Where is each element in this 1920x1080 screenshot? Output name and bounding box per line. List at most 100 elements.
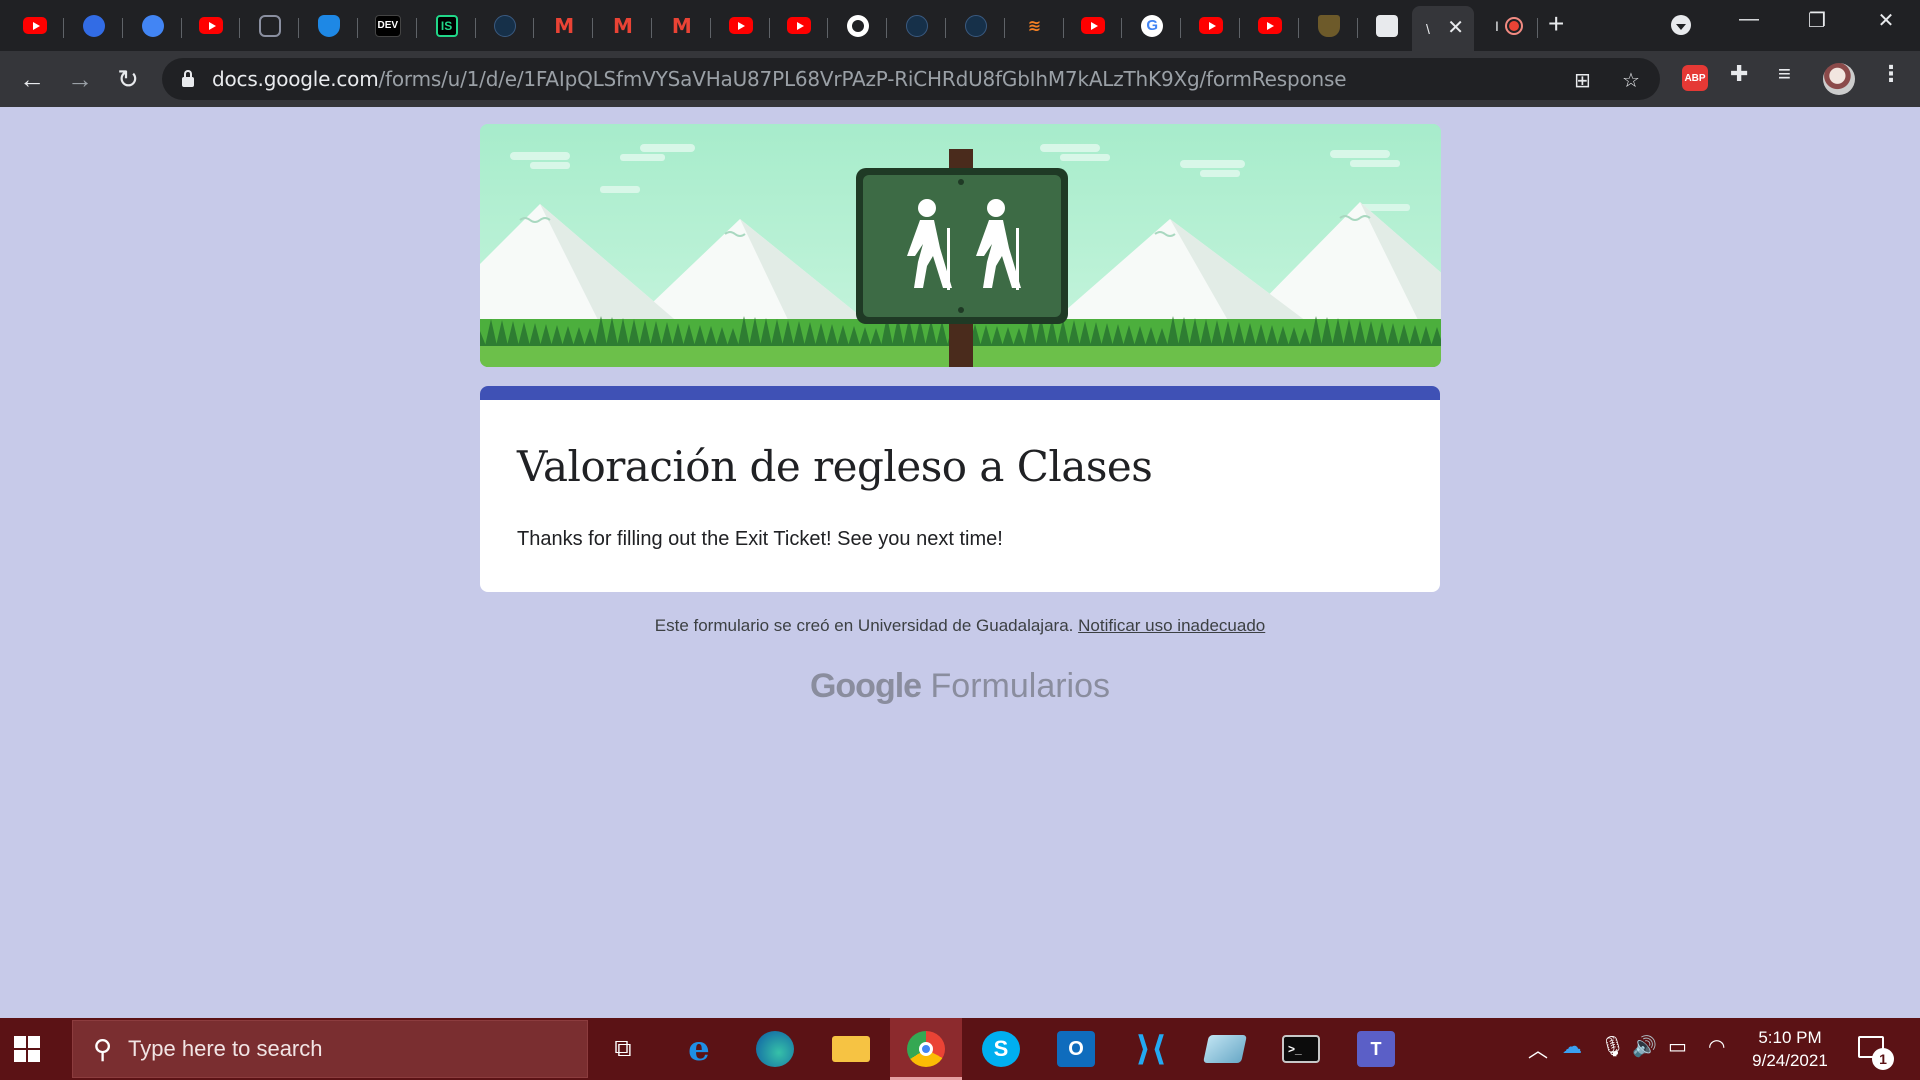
youtube-icon <box>1081 17 1106 34</box>
browser-tab[interactable]: G <box>1123 6 1182 45</box>
browser-tab[interactable]: DEV <box>359 6 417 45</box>
browser-tab[interactable] <box>829 6 888 45</box>
browser-tab[interactable] <box>712 6 770 45</box>
minimize-button[interactable]: — <box>1729 8 1769 31</box>
browser-tab[interactable] <box>300 6 358 45</box>
windows-start-button[interactable] <box>14 1036 40 1062</box>
browser-tab[interactable]: IS <box>418 6 476 45</box>
gmail-icon: M <box>613 13 633 38</box>
form-confirmation-card: Valoración de regleso a Clases Thanks fo… <box>480 386 1440 592</box>
youtube-icon <box>1199 17 1223 34</box>
terminal-icon[interactable]: >_ <box>1282 1035 1320 1063</box>
browser-tab[interactable] <box>1358 6 1417 45</box>
browser-toolbar: ← → ↻ docs.google.com/forms/u/1/d/e/1FAI… <box>0 51 1920 107</box>
browser-tab[interactable] <box>770 6 829 45</box>
wifi-icon[interactable]: ◠ <box>1708 1034 1725 1059</box>
media-control-icon[interactable]: ≡ <box>1778 61 1791 87</box>
browser-tab[interactable] <box>65 6 123 45</box>
taskbar-clock[interactable]: 5:10 PM 9/24/2021 <box>1730 1026 1850 1072</box>
browser-tab-strip: DEV IS M M M ≋ G \ ✕ I + — ❐ ✕ <box>0 0 1920 51</box>
browser-menu-icon[interactable]: ⋮ <box>1880 61 1902 87</box>
active-tab[interactable]: \ ✕ <box>1412 6 1474 51</box>
vscode-icon[interactable]: ⟩⟨ <box>1132 1030 1170 1068</box>
brand-product: Formularios <box>930 667 1111 705</box>
show-hidden-icons[interactable]: ︿ <box>1528 1034 1548 1063</box>
new-tab-button[interactable]: + <box>1548 10 1564 38</box>
notification-badge: 1 <box>1872 1048 1894 1070</box>
browser-tab[interactable]: M <box>535 6 594 45</box>
stackoverflow-icon: ≋ <box>1027 17 1042 35</box>
file-explorer-icon[interactable] <box>832 1036 870 1062</box>
browser-tab[interactable] <box>1241 6 1299 45</box>
teams-icon[interactable]: T <box>1357 1031 1395 1067</box>
confirmation-message: Thanks for filling out the Exit Ticket! … <box>517 528 1003 550</box>
gmail-icon: M <box>671 13 692 38</box>
restore-button[interactable]: ❐ <box>1797 8 1837 33</box>
task-view-icon[interactable]: ⧉ <box>604 1031 642 1067</box>
microphone-icon[interactable]: 🎙 <box>1600 1034 1625 1059</box>
bird-icon <box>494 14 517 37</box>
battery-icon[interactable]: ▭ <box>1668 1034 1687 1059</box>
browser-tab[interactable] <box>888 6 946 45</box>
close-tab-icon[interactable]: ✕ <box>1447 15 1464 40</box>
notification-center-icon[interactable]: 1 <box>1858 1036 1894 1070</box>
close-window-button[interactable]: ✕ <box>1866 8 1906 33</box>
google-forms-logo[interactable]: Google Formularios <box>0 667 1920 706</box>
outlook-icon[interactable]: O <box>1057 1031 1095 1067</box>
active-tab-label: \ <box>1426 20 1430 37</box>
browser-tab[interactable] <box>1182 6 1240 45</box>
browser-tab[interactable] <box>476 6 535 45</box>
tab-label: I <box>1495 17 1499 34</box>
browser-tab[interactable] <box>947 6 1005 45</box>
browser-tab[interactable]: M <box>653 6 711 45</box>
volume-icon[interactable]: 🔊 <box>1632 1034 1657 1059</box>
form-header-image <box>480 124 1441 367</box>
skype-icon[interactable]: S <box>982 1031 1020 1067</box>
gmail-icon: M <box>554 13 575 38</box>
taskbar-search-box[interactable]: ⚲ Type here to search <box>72 1020 588 1078</box>
edge-icon[interactable] <box>756 1031 794 1067</box>
browser-tab[interactable] <box>124 6 182 45</box>
browser-tab[interactable] <box>241 6 300 45</box>
tab-search-button[interactable] <box>1671 15 1691 35</box>
browser-tab[interactable] <box>1300 6 1358 45</box>
clock-date: 9/24/2021 <box>1752 1051 1828 1070</box>
reload-button[interactable]: ↻ <box>112 63 144 95</box>
notes-app-icon[interactable] <box>1203 1035 1247 1063</box>
profile-avatar[interactable] <box>1823 63 1855 95</box>
address-bar[interactable]: docs.google.com/forms/u/1/d/e/1FAIpQLSfm… <box>162 58 1660 100</box>
bookmark-star-icon[interactable]: ☆ <box>1622 68 1640 93</box>
adblock-plus-icon[interactable]: ABP <box>1682 65 1708 91</box>
form-footer: Este formulario se creó en Universidad d… <box>0 616 1920 636</box>
chrome-icon[interactable] <box>907 1031 945 1067</box>
google-icon: G <box>1141 14 1164 37</box>
browser-tab[interactable] <box>182 6 241 45</box>
brand-google: Google <box>809 667 922 705</box>
clock-time: 5:10 PM <box>1758 1028 1822 1047</box>
browser-tab[interactable]: M <box>594 6 652 45</box>
internet-explorer-icon[interactable]: e <box>680 1029 718 1069</box>
crest-icon <box>1317 14 1340 37</box>
form-accent-bar <box>480 386 1440 400</box>
github-icon <box>847 14 870 37</box>
translate-icon[interactable]: ⊞ <box>1574 68 1591 93</box>
url-text: docs.google.com/forms/u/1/d/e/1FAIpQLSfm… <box>212 67 1347 91</box>
extensions-puzzle-icon[interactable]: ✚ <box>1730 61 1748 87</box>
search-icon: ⚲ <box>93 1033 113 1064</box>
browser-tab[interactable] <box>6 6 64 45</box>
bird-icon <box>906 14 928 37</box>
report-abuse-link[interactable]: Notificar uso inadecuado <box>1078 616 1265 635</box>
browser-tab[interactable] <box>1064 6 1123 45</box>
forward-button[interactable]: → <box>64 63 96 95</box>
dev-icon: DEV <box>374 14 401 37</box>
youtube-icon <box>199 17 224 34</box>
intellij-icon: IS <box>435 14 458 37</box>
browser-tab[interactable]: ≋ <box>1006 6 1064 45</box>
bird-icon <box>964 14 987 37</box>
form-title: Valoración de regleso a Clases <box>517 442 1153 491</box>
onedrive-icon[interactable]: ☁ <box>1562 1034 1582 1059</box>
lock-icon[interactable] <box>182 70 194 87</box>
back-button[interactable]: ← <box>16 63 48 95</box>
browser-tab-recording[interactable]: I <box>1480 6 1538 45</box>
contact-icon <box>1376 14 1399 37</box>
